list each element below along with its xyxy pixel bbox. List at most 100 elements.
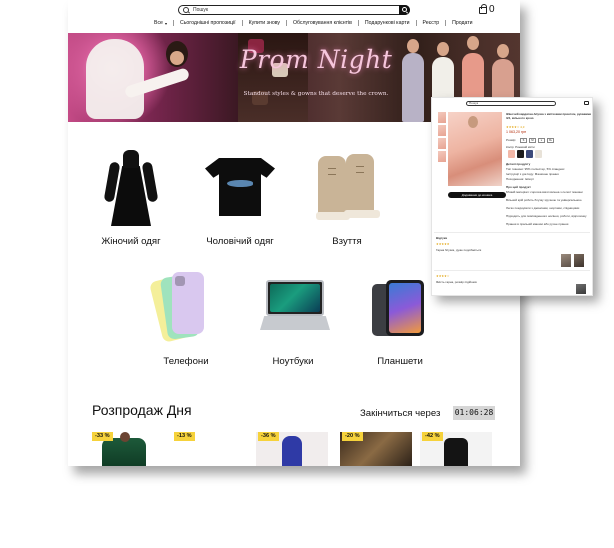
- divider: [415, 20, 417, 26]
- product-model-head: [468, 116, 478, 128]
- category-phones[interactable]: Телефони: [148, 270, 220, 368]
- category-label: Ноутбуки: [272, 356, 314, 367]
- hero-girl-image: [402, 53, 424, 122]
- category-label: Взуття: [332, 236, 362, 247]
- sale-product-card[interactable]: -13 %: [172, 432, 244, 466]
- color-swatch[interactable]: [517, 150, 524, 158]
- size-option[interactable]: XL: [547, 138, 554, 143]
- divider: [434, 270, 590, 271]
- hero-girl-head: [437, 42, 449, 56]
- shopping-bag-icon[interactable]: [584, 101, 589, 105]
- tshirt-shape: [205, 158, 275, 216]
- category-label: Планшети: [377, 356, 423, 367]
- size-option[interactable]: L: [538, 138, 545, 143]
- top-bar: Пошук 0 Все ▾ Сьогоднішні пропозиції Купи…: [68, 0, 520, 32]
- nav-item-customer-service[interactable]: Обслуговування клієнтів: [293, 20, 352, 26]
- divider: [285, 20, 287, 26]
- sale-timer: 01:06:28: [453, 406, 495, 420]
- discount-badge: -20 %: [342, 432, 363, 441]
- hero-girl-head: [467, 36, 479, 50]
- boot-lace: [328, 174, 336, 175]
- size-option[interactable]: S: [520, 138, 527, 143]
- category-mens-clothing[interactable]: Чоловічий одяг: [204, 154, 276, 247]
- category-laptops[interactable]: Ноутбуки: [256, 280, 330, 368]
- product-title: Жіночий кардиган-блузка з квітковим прин…: [506, 112, 592, 120]
- tshirt-icon: [205, 154, 275, 218]
- tshirt-print: [227, 180, 253, 187]
- laptop-base: [260, 316, 330, 330]
- tablet-front: [386, 280, 424, 336]
- search-placeholder: Пошук: [469, 101, 479, 105]
- sale-product-card[interactable]: -33 %: [90, 432, 162, 466]
- shopping-bag-icon: [479, 4, 487, 14]
- category-tablets[interactable]: Планшети: [368, 280, 432, 368]
- color-label: Колір: Рожевий квіти: [506, 145, 535, 149]
- divider: [357, 20, 359, 26]
- discount-badge: -36 %: [258, 432, 279, 441]
- product-thumbnail[interactable]: [438, 125, 446, 136]
- details-title: Деталі продукту: [506, 162, 531, 166]
- review-photo[interactable]: [576, 284, 586, 294]
- divider: [241, 20, 243, 26]
- laptop-icon: [260, 280, 330, 332]
- search-input[interactable]: [466, 101, 556, 106]
- nav-item-registry[interactable]: Реєстр: [423, 20, 440, 26]
- category-shoes[interactable]: Взуття: [312, 154, 382, 247]
- sale-product-card[interactable]: -36 %: [256, 432, 328, 466]
- sale-ends-label: Закінчиться через: [360, 408, 441, 419]
- sale-product-card[interactable]: -20 %: [340, 432, 412, 466]
- about-bullet: Прання в пральній машині або ручне пранн…: [506, 222, 569, 226]
- nav-menu: Все ▾ Сьогоднішні пропозиції Купити знову…: [154, 20, 473, 26]
- nav-item-gift-cards[interactable]: Подарункові карти: [365, 20, 410, 26]
- search-input[interactable]: Пошук: [178, 5, 410, 15]
- hero-title: Prom Night: [239, 45, 393, 74]
- nav-item-buy-again[interactable]: Купити знову: [249, 20, 280, 26]
- review-stars: ★★★★★: [436, 242, 450, 246]
- product-rating: ★★★★☆ 4,3: [506, 125, 525, 129]
- category-label: Чоловічий одяг: [206, 236, 274, 247]
- review-stars: ★★★★☆: [436, 274, 450, 278]
- boot-lace: [328, 168, 336, 169]
- review-text: Якість гарна, розмір підійшов: [436, 280, 477, 284]
- category-womens-clothing[interactable]: Жіночий одяг: [100, 150, 162, 247]
- divider: [445, 20, 447, 26]
- reviews-title: Відгуки: [436, 236, 448, 240]
- nav-item-all[interactable]: Все ▾: [154, 20, 167, 26]
- review-photo[interactable]: [574, 254, 584, 267]
- boot-lace: [356, 166, 364, 167]
- boots-icon: [312, 154, 382, 220]
- dress-icon: [101, 150, 161, 228]
- search-button[interactable]: [399, 5, 410, 15]
- product-thumbnail[interactable]: [438, 138, 446, 149]
- cart-button[interactable]: 0: [479, 4, 495, 15]
- hero-subtitle: Standout styles & gowns that deserve the…: [243, 91, 389, 97]
- product-image-figure: [282, 436, 302, 466]
- color-swatch[interactable]: [526, 150, 533, 158]
- nav-item-deals[interactable]: Сьогоднішні пропозиції: [180, 20, 236, 26]
- product-image: [102, 438, 146, 466]
- about-bullet: Вільний крій робить блузку зручною та ун…: [506, 198, 582, 202]
- chevron-down-icon: ▾: [164, 20, 167, 26]
- nav-item-sell[interactable]: Продати: [452, 20, 472, 26]
- divider: [172, 20, 174, 26]
- product-thumbnail[interactable]: [438, 112, 446, 123]
- tablet-icon: [372, 280, 428, 338]
- color-swatch[interactable]: [508, 150, 515, 158]
- product-price: 1 063,20 грн: [506, 130, 527, 134]
- detail-row: Тип тканини: 95% поліестер, 5% спандекс: [506, 167, 565, 171]
- about-title: Про цей продукт: [506, 185, 531, 189]
- color-swatch[interactable]: [535, 150, 542, 158]
- camera-icon: [175, 276, 185, 286]
- product-image-figure: [444, 438, 468, 466]
- review-photo[interactable]: [561, 254, 571, 267]
- sale-product-card[interactable]: -42 %: [420, 432, 492, 466]
- size-label: Розмір:: [506, 138, 517, 142]
- product-detail-window: Пошук Жіночий кардиган-блузка з квіткови…: [431, 97, 593, 296]
- hero-model-face: [170, 51, 184, 65]
- size-option[interactable]: M: [529, 138, 536, 143]
- product-thumbnail[interactable]: [438, 151, 446, 162]
- sale-title: Розпродаж Дня: [92, 402, 192, 418]
- detail-row: Інструкції з догляду: Машинне прання: [506, 172, 559, 176]
- category-label: Жіночий одяг: [101, 236, 161, 247]
- add-to-cart-button[interactable]: Додавання до кошика: [448, 192, 506, 198]
